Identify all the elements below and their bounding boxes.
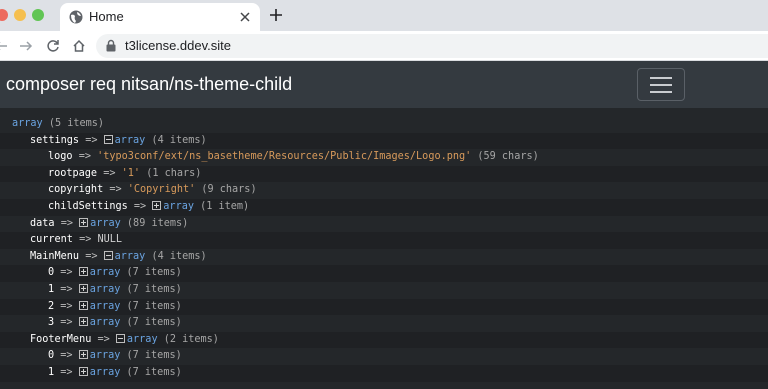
dump-row-copyright: copyright => 'Copyright' (9 chars): [48, 184, 257, 196]
expand-icon[interactable]: [78, 317, 88, 327]
site-navbar: composer req nitsan/ns-theme-child: [0, 61, 768, 108]
dump-row-current: current => NULL: [0, 232, 768, 249]
url-text[interactable]: t3license.ddev.site: [125, 38, 231, 53]
globe-icon: [69, 10, 83, 24]
close-window-button[interactable]: [0, 9, 8, 21]
dump-row-logo: logo => 'typo3conf/ext/ns_basetheme/Reso…: [48, 151, 539, 163]
tab-title: Home: [89, 9, 124, 24]
browser-toolbar: t3license.ddev.site: [0, 31, 768, 61]
minimize-window-button[interactable]: [14, 9, 26, 21]
dump-row-data: data => array (89 items): [30, 217, 189, 229]
dump-row-footermenu-item: 1 => array (7 items): [0, 364, 768, 382]
expand-icon[interactable]: [78, 283, 88, 293]
expand-icon[interactable]: [78, 267, 88, 277]
dump-row-mainmenu-item: 3 => array (7 items): [48, 317, 182, 329]
dump-row-settings: settings => array (4 items): [0, 132, 768, 150]
dump-row-footermenu: FooterMenu => array (2 items): [0, 331, 768, 349]
close-tab-icon[interactable]: [239, 11, 251, 23]
address-bar[interactable]: t3license.ddev.site: [96, 34, 768, 58]
expand-icon[interactable]: [79, 217, 89, 227]
lock-icon[interactable]: [105, 39, 117, 52]
dump-row-rootpage: rootpage => '1' (1 chars): [0, 165, 768, 183]
dump-row-mainmenu-item: 1 => array (7 items): [48, 283, 182, 295]
browser-tab-strip: Home: [0, 0, 768, 31]
dump-row-footermenu-item: 0 => array (7 items): [48, 350, 182, 362]
home-icon[interactable]: [72, 39, 86, 53]
expand-icon[interactable]: [78, 366, 88, 376]
new-tab-icon[interactable]: [269, 8, 283, 22]
collapse-icon[interactable]: [115, 333, 125, 343]
dump-row-mainmenu-item: 2 => array (7 items): [0, 298, 768, 316]
reload-icon[interactable]: [46, 39, 60, 53]
navbar-toggler-button[interactable]: [637, 68, 685, 101]
dump-row-childsettings: childSettings => array (1 item): [0, 198, 768, 216]
back-icon[interactable]: [0, 39, 8, 53]
debug-dump: array (5 items) settings => array (4 ite…: [0, 108, 768, 389]
expand-icon[interactable]: [78, 350, 88, 360]
expand-icon[interactable]: [152, 200, 162, 210]
dump-row-mainmenu-item: 0 => array (7 items): [0, 265, 768, 282]
navbar-brand[interactable]: composer req nitsan/ns-theme-child: [6, 74, 292, 95]
forward-icon[interactable]: [19, 39, 33, 53]
dump-root: array (5 items): [12, 118, 105, 129]
browser-tab[interactable]: Home: [60, 3, 260, 31]
collapse-icon[interactable]: [103, 250, 113, 260]
expand-icon[interactable]: [78, 300, 88, 310]
dump-row-mainmenu: MainMenu => array (4 items): [30, 250, 207, 262]
maximize-window-button[interactable]: [32, 9, 44, 21]
collapse-icon[interactable]: [103, 134, 113, 144]
hamburger-icon: [650, 77, 672, 79]
